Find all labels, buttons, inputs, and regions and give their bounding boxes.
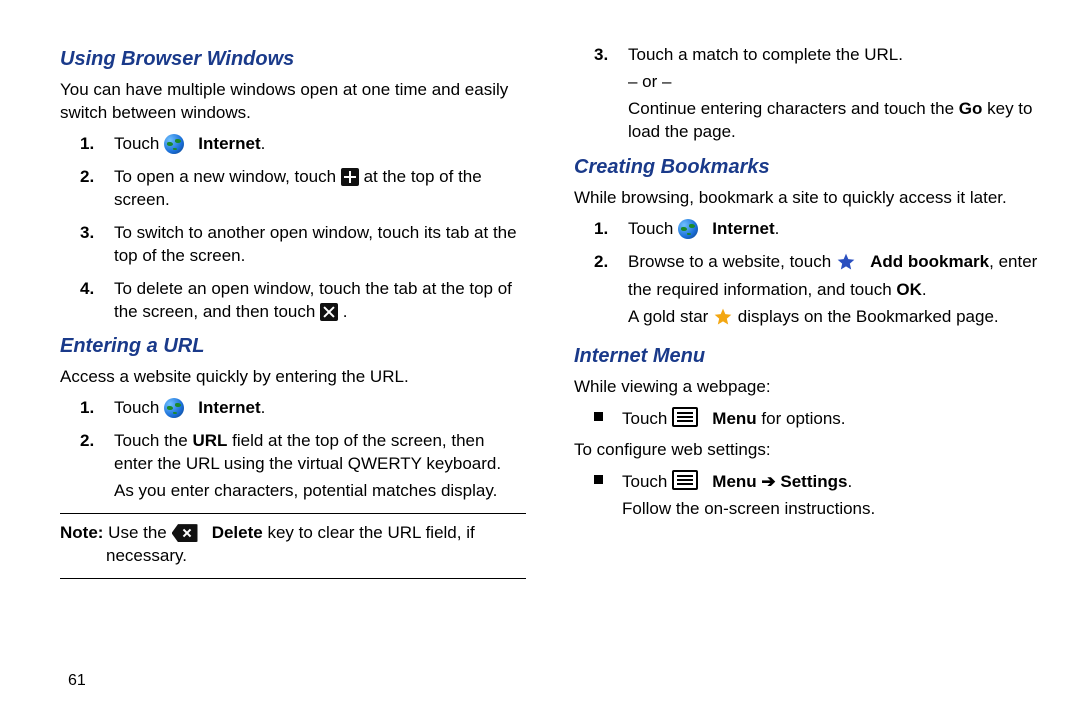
step-2: 2. Browse to a website, touch Add bookma… <box>628 251 1040 334</box>
right-column: 3. Touch a match to complete the URL. – … <box>574 40 1040 700</box>
delete-label: Delete <box>212 523 263 542</box>
internet-label: Internet <box>712 219 774 238</box>
note-label: Note: <box>60 523 103 542</box>
step-1: 1. Touch Internet. <box>114 397 526 420</box>
manual-page: Using Browser Windows You can have multi… <box>0 0 1080 720</box>
step-text: To switch to another open window, touch … <box>114 223 517 265</box>
internet-label: Internet <box>198 134 260 153</box>
star-blue-icon <box>836 252 856 279</box>
step-3: 3. Touch a match to complete the URL. – … <box>628 44 1040 144</box>
step-1: 1. Touch Internet. <box>114 133 526 156</box>
heading-creating-bookmarks: Creating Bookmarks <box>574 154 1040 181</box>
heading-internet-menu: Internet Menu <box>574 343 1040 370</box>
heading-entering-a-url: Entering a URL <box>60 333 526 360</box>
intro-text: Access a website quickly by entering the… <box>60 366 526 389</box>
go-label: Go <box>959 99 983 118</box>
settings-label: Settings <box>780 472 847 491</box>
menu-icon <box>672 407 698 427</box>
menu-label: Menu <box>712 409 756 428</box>
bullet-subtext: Follow the on-screen instructions. <box>622 498 1040 521</box>
list-item: Touch Menu ➔ Settings. Follow the on-scr… <box>622 470 1040 521</box>
period: . <box>261 398 266 417</box>
period: . <box>343 302 348 321</box>
internet-globe-icon <box>678 219 698 239</box>
period: . <box>261 134 266 153</box>
heading-using-browser-windows: Using Browser Windows <box>60 46 526 73</box>
step-1: 1. Touch Internet. <box>628 218 1040 241</box>
list-item: Touch Menu for options. <box>622 407 1040 431</box>
steps-using-browser-windows: 1. Touch Internet. 2. To open a new wind… <box>60 133 526 324</box>
add-bookmark-label: Add bookmark <box>870 252 989 271</box>
step-3: 3. To switch to another open window, tou… <box>114 222 526 268</box>
step-4: 4. To delete an open window, touch the t… <box>114 278 526 324</box>
or-text: – or – <box>628 71 1040 94</box>
intro-text: While viewing a webpage: <box>574 376 1040 399</box>
delete-key-icon <box>172 524 198 542</box>
period: . <box>775 219 780 238</box>
menu-icon <box>672 470 698 490</box>
arrow-icon: ➔ <box>757 472 781 491</box>
steps-entering-url-cont: 3. Touch a match to complete the URL. – … <box>574 44 1040 144</box>
internet-globe-icon <box>164 398 184 418</box>
internet-label: Internet <box>198 398 260 417</box>
steps-bookmarks: 1. Touch Internet. 2. Browse to a websit… <box>574 218 1040 334</box>
step-after: A gold star displays on the Bookmarked p… <box>628 306 1040 334</box>
step-subtext: As you enter characters, potential match… <box>114 480 526 503</box>
steps-entering-url: 1. Touch Internet. 2. Touch the URL fiel… <box>60 397 526 503</box>
bullet-list: Touch Menu ➔ Settings. Follow the on-scr… <box>574 470 1040 521</box>
mid-text: To configure web settings: <box>574 439 1040 462</box>
step-text: Continue entering characters and touch t… <box>628 98 1040 144</box>
plus-icon <box>341 168 359 186</box>
bullet-text: for options. <box>761 409 845 428</box>
intro-text: You can have multiple windows open at on… <box>60 79 526 125</box>
url-label: URL <box>192 431 227 450</box>
close-icon <box>320 303 338 321</box>
page-number: 61 <box>68 670 86 692</box>
step-text: To delete an open window, touch the tab … <box>114 279 512 321</box>
bullet-text: Touch <box>622 472 672 491</box>
note-pre: Use the <box>103 523 171 542</box>
ok-label: OK <box>896 280 922 299</box>
period: . <box>847 472 852 491</box>
internet-globe-icon <box>164 134 184 154</box>
divider <box>60 578 526 579</box>
step-text: Browse to a website, touch <box>628 252 836 271</box>
step-text: Touch <box>114 134 164 153</box>
bullet-text: Touch <box>622 409 672 428</box>
step-text: Touch the <box>114 431 192 450</box>
step-text: To open a new window, touch <box>114 167 341 186</box>
step-text: Touch <box>114 398 164 417</box>
menu-label: Menu <box>712 472 756 491</box>
intro-text: While browsing, bookmark a site to quick… <box>574 187 1040 210</box>
left-column: Using Browser Windows You can have multi… <box>60 40 526 700</box>
bullet-list: Touch Menu for options. <box>574 407 1040 431</box>
star-gold-icon <box>713 307 733 334</box>
period: . <box>922 280 927 299</box>
step-text: Touch a match to complete the URL. <box>628 45 903 64</box>
step-2: 2. Touch the URL field at the top of the… <box>114 430 526 503</box>
divider <box>60 513 526 514</box>
note: Note: Use the Delete key to clear the UR… <box>60 522 526 568</box>
step-text: Touch <box>628 219 678 238</box>
step-2: 2. To open a new window, touch at the to… <box>114 166 526 212</box>
